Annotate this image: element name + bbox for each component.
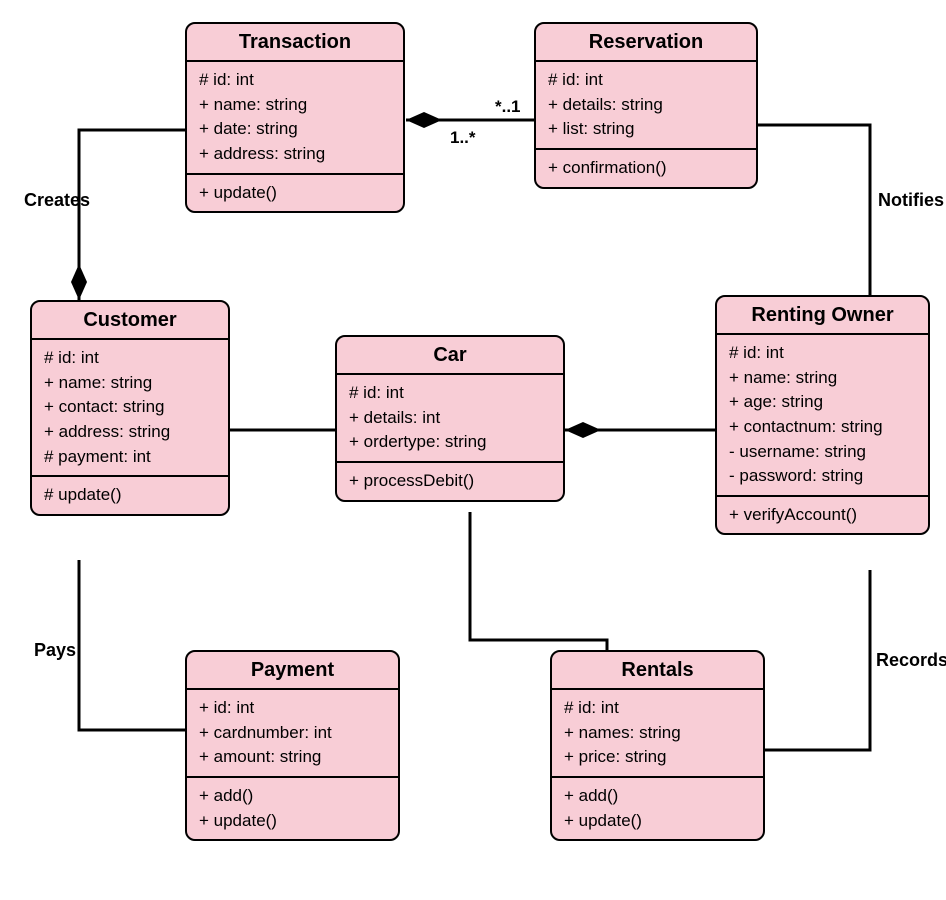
class-customer: Customer # id: int + name: string + cont… bbox=[30, 300, 230, 516]
attribute: + price: string bbox=[564, 745, 753, 770]
class-methods: + processDebit() bbox=[337, 461, 563, 500]
class-attributes: + id: int + cardnumber: int + amount: st… bbox=[187, 690, 398, 776]
class-methods: + confirmation() bbox=[536, 148, 756, 187]
method: + update() bbox=[564, 809, 753, 834]
class-renting-owner: Renting Owner # id: int + name: string +… bbox=[715, 295, 930, 535]
method: # update() bbox=[44, 483, 218, 508]
class-attributes: # id: int + details: int + ordertype: st… bbox=[337, 375, 563, 461]
class-methods: + add() + update() bbox=[552, 776, 763, 839]
class-reservation: Reservation # id: int + details: string … bbox=[534, 22, 758, 189]
attribute: + details: string bbox=[548, 93, 746, 118]
attribute: + ordertype: string bbox=[349, 430, 553, 455]
class-attributes: # id: int + details: string + list: stri… bbox=[536, 62, 756, 148]
relationship-label-records: Records bbox=[876, 650, 946, 671]
attribute: # id: int bbox=[199, 68, 393, 93]
class-title: Transaction bbox=[187, 24, 403, 62]
attribute: + list: string bbox=[548, 117, 746, 142]
attribute: - username: string bbox=[729, 440, 918, 465]
attribute: + address: string bbox=[44, 420, 218, 445]
attribute: + age: string bbox=[729, 390, 918, 415]
relationship-label-pays: Pays bbox=[34, 640, 76, 661]
class-payment: Payment + id: int + cardnumber: int + am… bbox=[185, 650, 400, 841]
class-methods: + update() bbox=[187, 173, 403, 212]
class-title: Renting Owner bbox=[717, 297, 928, 335]
class-methods: + verifyAccount() bbox=[717, 495, 928, 534]
attribute: + contactnum: string bbox=[729, 415, 918, 440]
attribute: + amount: string bbox=[199, 745, 388, 770]
attribute: + name: string bbox=[199, 93, 393, 118]
multiplicity-label: 1..* bbox=[450, 128, 476, 148]
method: + update() bbox=[199, 181, 393, 206]
attribute: + address: string bbox=[199, 142, 393, 167]
attribute: # id: int bbox=[548, 68, 746, 93]
method: + confirmation() bbox=[548, 156, 746, 181]
class-methods: # update() bbox=[32, 475, 228, 514]
attribute: + contact: string bbox=[44, 395, 218, 420]
attribute: # payment: int bbox=[44, 445, 218, 470]
attribute: + cardnumber: int bbox=[199, 721, 388, 746]
attribute: # id: int bbox=[349, 381, 553, 406]
attribute: + names: string bbox=[564, 721, 753, 746]
attribute: + details: int bbox=[349, 406, 553, 431]
class-title: Payment bbox=[187, 652, 398, 690]
attribute: # id: int bbox=[729, 341, 918, 366]
class-car: Car # id: int + details: int + ordertype… bbox=[335, 335, 565, 502]
class-attributes: # id: int + names: string + price: strin… bbox=[552, 690, 763, 776]
class-attributes: # id: int + name: string + age: string +… bbox=[717, 335, 928, 495]
class-transaction: Transaction # id: int + name: string + d… bbox=[185, 22, 405, 213]
relationship-label-creates: Creates bbox=[24, 190, 90, 211]
method: + processDebit() bbox=[349, 469, 553, 494]
method: + verifyAccount() bbox=[729, 503, 918, 528]
attribute: # id: int bbox=[564, 696, 753, 721]
class-title: Reservation bbox=[536, 24, 756, 62]
class-attributes: # id: int + name: string + date: string … bbox=[187, 62, 403, 173]
class-title: Car bbox=[337, 337, 563, 375]
method: + add() bbox=[564, 784, 753, 809]
attribute: + name: string bbox=[44, 371, 218, 396]
attribute: # id: int bbox=[44, 346, 218, 371]
method: + add() bbox=[199, 784, 388, 809]
relationship-label-notifies: Notifies bbox=[878, 190, 944, 211]
class-methods: + add() + update() bbox=[187, 776, 398, 839]
method: + update() bbox=[199, 809, 388, 834]
class-attributes: # id: int + name: string + contact: stri… bbox=[32, 340, 228, 475]
attribute: + date: string bbox=[199, 117, 393, 142]
class-rentals: Rentals # id: int + names: string + pric… bbox=[550, 650, 765, 841]
class-title: Customer bbox=[32, 302, 228, 340]
class-title: Rentals bbox=[552, 652, 763, 690]
multiplicity-label: *..1 bbox=[495, 97, 521, 117]
attribute: + name: string bbox=[729, 366, 918, 391]
attribute: - password: string bbox=[729, 464, 918, 489]
attribute: + id: int bbox=[199, 696, 388, 721]
